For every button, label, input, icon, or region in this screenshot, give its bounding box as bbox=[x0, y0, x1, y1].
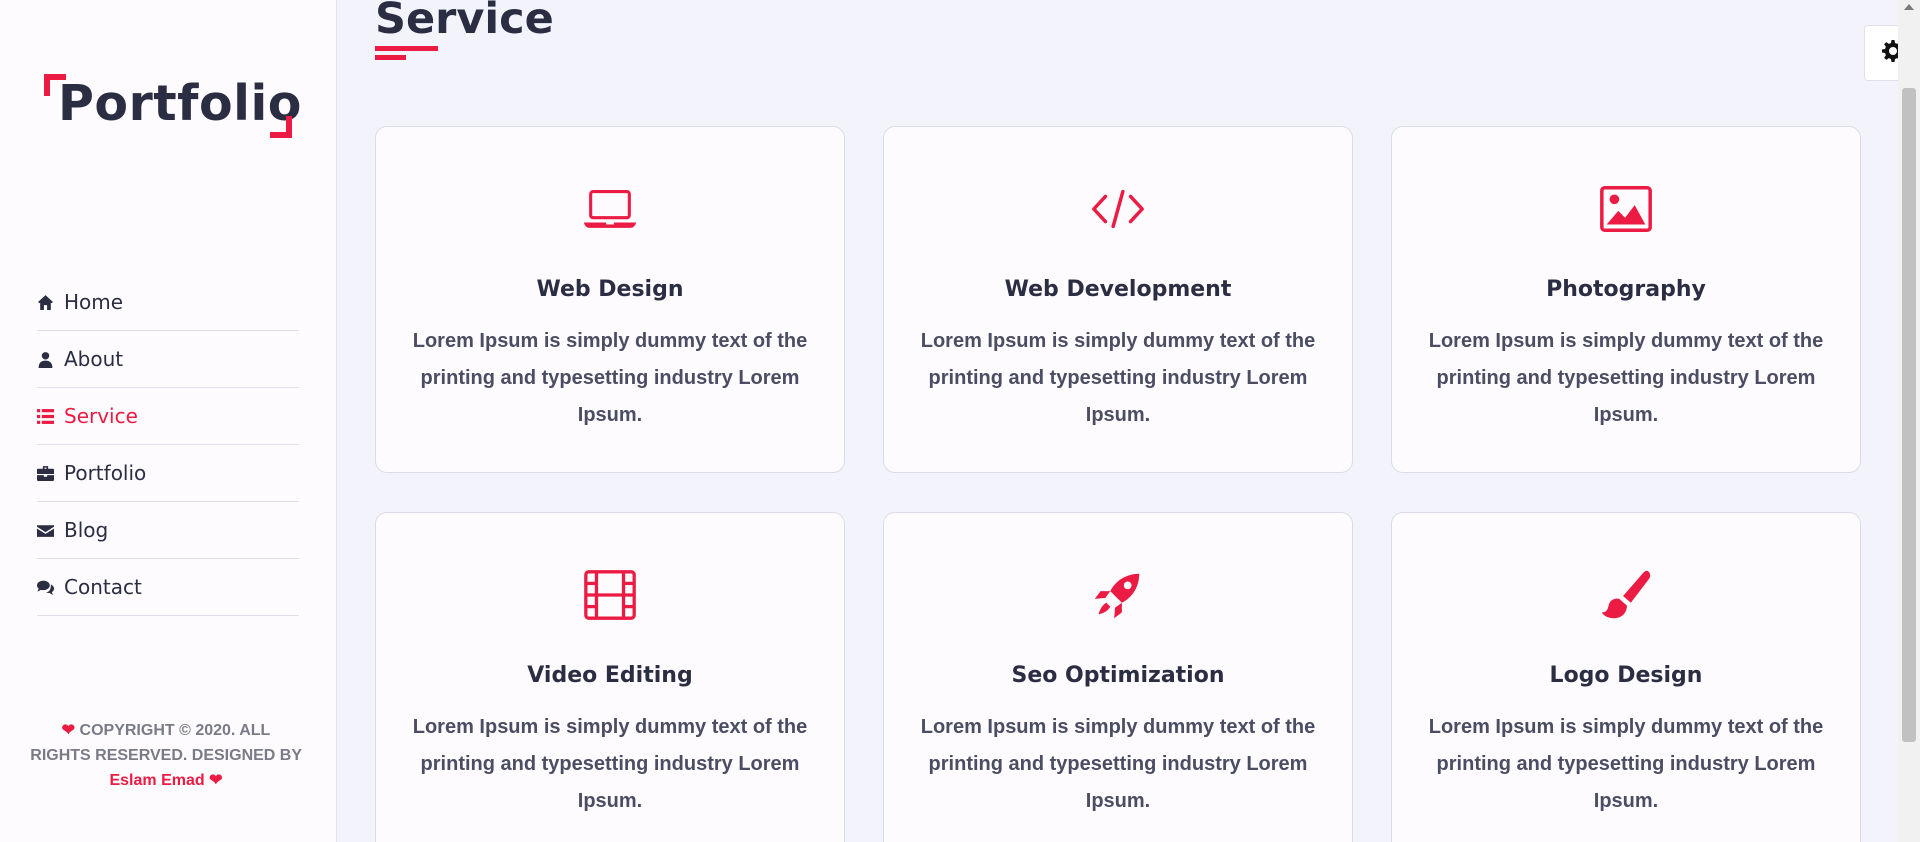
scroll-up-arrow[interactable] bbox=[1904, 4, 1914, 10]
service-title: Photography bbox=[1546, 277, 1706, 302]
paint-brush-icon bbox=[1392, 565, 1860, 625]
service-card-web-development: Web Development Lorem Ipsum is simply du… bbox=[883, 126, 1353, 473]
title-underline-short bbox=[375, 55, 406, 60]
nav-item-home[interactable]: Home bbox=[37, 274, 299, 331]
nav-item-service[interactable]: Service bbox=[37, 388, 299, 445]
sidebar: Portfolio Home About Service Portfolio B… bbox=[0, 0, 337, 842]
briefcase-icon bbox=[37, 465, 54, 482]
service-title: Logo Design bbox=[1549, 663, 1703, 688]
nav-item-about[interactable]: About bbox=[37, 331, 299, 388]
nav-label-blog: Blog bbox=[64, 518, 109, 542]
title-underline bbox=[375, 46, 438, 51]
nav-item-blog[interactable]: Blog bbox=[37, 502, 299, 559]
image-icon bbox=[1392, 179, 1860, 239]
service-description: Lorem Ipsum is simply dummy text of the … bbox=[920, 716, 1316, 812]
envelope-icon bbox=[37, 522, 54, 539]
code-icon bbox=[884, 179, 1352, 239]
service-card-logo-design: Logo Design Lorem Ipsum is simply dummy … bbox=[1391, 512, 1861, 842]
nav-label-portfolio: Portfolio bbox=[64, 461, 147, 485]
logo-corner-bottom-right bbox=[270, 116, 292, 138]
home-icon bbox=[37, 294, 54, 311]
nav-item-portfolio[interactable]: Portfolio bbox=[37, 445, 299, 502]
service-section: Service Web Design Lorem Ipsum is simply… bbox=[337, 0, 1920, 842]
film-icon bbox=[376, 565, 844, 625]
service-description: Lorem Ipsum is simply dummy text of the … bbox=[1428, 716, 1824, 812]
nav-label-about: About bbox=[64, 347, 124, 371]
service-description: Lorem Ipsum is simply dummy text of the … bbox=[412, 330, 808, 426]
author-link[interactable]: Eslam Emad bbox=[109, 772, 204, 789]
service-description: Lorem Ipsum is simply dummy text of the … bbox=[920, 330, 1316, 426]
main-nav: Home About Service Portfolio Blog Contac… bbox=[37, 274, 299, 616]
heart-icon: ❤ bbox=[61, 722, 76, 739]
service-description: Lorem Ipsum is simply dummy text of the … bbox=[412, 716, 808, 812]
copyright-footer: ❤ COPYRIGHT © 2020. ALL RIGHTS RESERVED.… bbox=[30, 718, 302, 793]
user-icon bbox=[37, 351, 54, 368]
page-scrollbar[interactable] bbox=[1898, 0, 1920, 842]
nav-item-contact[interactable]: Contact bbox=[37, 559, 299, 616]
service-title: Seo Optimization bbox=[1011, 663, 1225, 688]
service-card-seo-optimization: Seo Optimization Lorem Ipsum is simply d… bbox=[883, 512, 1353, 842]
service-card-web-design: Web Design Lorem Ipsum is simply dummy t… bbox=[375, 126, 845, 473]
nav-label-contact: Contact bbox=[64, 575, 142, 599]
heart-icon: ❤ bbox=[209, 772, 223, 789]
nav-label-service: Service bbox=[64, 404, 138, 428]
page-title: Service bbox=[375, 0, 554, 44]
logo-text: Portfolio bbox=[58, 75, 302, 132]
service-title: Video Editing bbox=[527, 663, 693, 688]
service-title: Web Design bbox=[536, 277, 684, 302]
logo[interactable]: Portfolio bbox=[44, 74, 301, 138]
service-description: Lorem Ipsum is simply dummy text of the … bbox=[1428, 330, 1824, 426]
list-icon bbox=[37, 408, 54, 425]
service-card-video-editing: Video Editing Lorem Ipsum is simply dumm… bbox=[375, 512, 845, 842]
service-card-photography: Photography Lorem Ipsum is simply dummy … bbox=[1391, 126, 1861, 473]
service-title: Web Development bbox=[1004, 277, 1232, 302]
nav-label-home: Home bbox=[64, 290, 124, 314]
rocket-icon bbox=[884, 565, 1352, 625]
comments-icon bbox=[37, 579, 54, 596]
laptop-icon bbox=[376, 179, 844, 239]
scrollbar-thumb[interactable] bbox=[1902, 88, 1916, 742]
